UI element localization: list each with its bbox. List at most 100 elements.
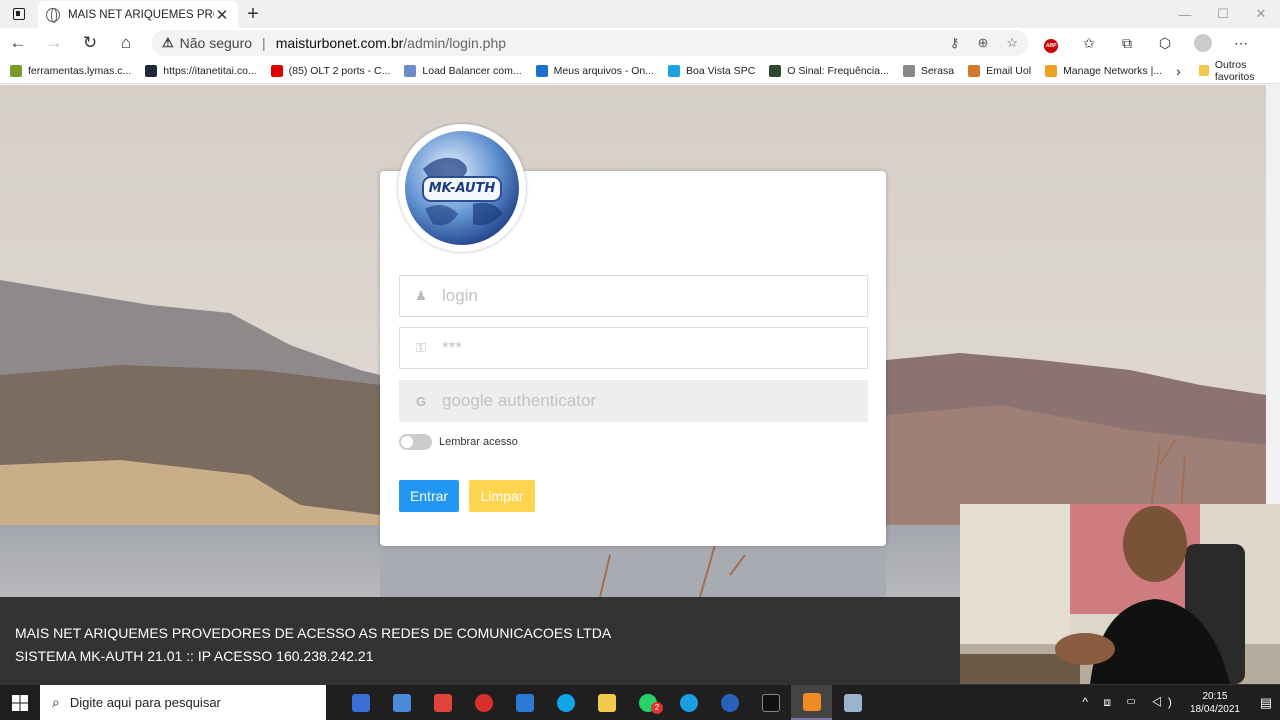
anydesk-icon (433, 693, 452, 712)
url-path: /admin/login.php (403, 35, 507, 51)
google-authenticator-field[interactable]: G (399, 380, 868, 422)
login-field[interactable]: ♟ (399, 275, 868, 317)
taskbar-search[interactable]: ⌕ Digite aqui para pesquisar (40, 685, 326, 720)
taskbar-app-calculator[interactable] (504, 685, 545, 720)
app-icon (843, 693, 862, 712)
remote-app-icon (392, 693, 411, 712)
clear-button[interactable]: Limpar (469, 480, 535, 512)
back-icon[interactable]: ← (0, 28, 36, 58)
close-tab-icon[interactable]: ✕ (214, 6, 230, 24)
add-favorite-icon[interactable]: ☆ (1006, 35, 1018, 51)
search-icon: ⌕ (52, 694, 60, 710)
maximize-icon[interactable]: ☐ (1204, 0, 1242, 28)
tab-strip: MAIS NET ARIQUEMES PROVEDO ✕ + — ☐ ✕ (0, 0, 1280, 28)
bookmark-item[interactable]: (85) OLT 2 ports - C... (270, 64, 390, 77)
address-bar[interactable]: ⚠ Não seguro | maisturbonet.com.br /admi… (152, 30, 1028, 56)
bookmark-label: O Sinal: Frequência... (787, 64, 889, 77)
taskbar-app-terminal[interactable] (750, 685, 791, 720)
bookmark-favicon-icon (270, 64, 283, 77)
taskbar-app-explorer[interactable] (586, 685, 627, 720)
bookmark-item[interactable]: ferramentas.lymas.c... (10, 64, 132, 77)
google-authenticator-input[interactable] (442, 391, 842, 411)
taskbar-app-remote[interactable] (381, 685, 422, 720)
remember-label: Lembrar acesso (439, 436, 518, 448)
zoom-icon[interactable]: ⊕ (977, 35, 988, 51)
window-controls: — ☐ ✕ (1166, 0, 1280, 28)
other-favorites-folder[interactable]: Outros favoritos (1198, 59, 1268, 83)
bookmark-label: Email Uol (986, 64, 1032, 77)
toolbar-icons: ABP ✩ ⧉ ⬡ ⋯ (1032, 34, 1260, 53)
bookmark-item[interactable]: https://itanetitai.co... (145, 64, 257, 77)
key-icon: ⚿ (416, 340, 426, 355)
login-input[interactable] (442, 286, 842, 306)
minimize-icon[interactable]: — (1166, 0, 1204, 28)
adblock-icon[interactable]: ABP (1032, 34, 1070, 53)
submit-button[interactable]: Entrar (399, 480, 459, 512)
bookmark-favicon-icon (1045, 64, 1058, 77)
insecure-label: Não seguro (179, 35, 253, 51)
collections-icon[interactable]: ⧉ (1108, 35, 1146, 52)
clock[interactable]: 20:15 18/04/2021 (1190, 690, 1240, 716)
bookmark-item[interactable]: O Sinal: Frequência... (769, 64, 889, 77)
password-input[interactable] (442, 338, 842, 358)
bookmark-item[interactable]: Meus arquivos - On... (535, 64, 655, 77)
skype-icon (556, 693, 575, 712)
bookmark-item[interactable]: Manage Networks |... (1045, 64, 1162, 77)
home-icon[interactable]: ⌂ (108, 28, 144, 58)
windows-start-button[interactable] (0, 685, 40, 720)
bookmark-favicon-icon (668, 64, 681, 77)
mk-auth-logo: MK-AUTH (398, 124, 526, 252)
bookmark-label: Meus arquivos - On... (553, 64, 655, 77)
taskbar: ⌕ Digite aqui para pesquisar 2 ^ ⧈ ▭ ◁) … (0, 685, 1280, 720)
chevron-right-icon[interactable]: › (1176, 63, 1181, 79)
whatsapp-badge: 2 (651, 702, 663, 714)
bookmark-favicon-icon (404, 64, 417, 77)
bookmark-item[interactable]: Boa Vista SPC (668, 64, 755, 77)
more-icon[interactable]: ⋯ (1222, 35, 1260, 52)
taskbar-app-other[interactable] (832, 685, 873, 720)
taskbar-app-network[interactable] (340, 685, 381, 720)
favorites-icon[interactable]: ✩ (1070, 35, 1108, 52)
taskbar-app-edge-beta[interactable] (709, 685, 750, 720)
taskbar-app-edge[interactable] (668, 685, 709, 720)
password-field[interactable]: ⚿ (399, 327, 868, 369)
bookmark-favicon-icon (902, 64, 915, 77)
taskbar-app-anydesk[interactable] (422, 685, 463, 720)
browser-tab[interactable]: MAIS NET ARIQUEMES PROVEDO ✕ (38, 1, 238, 28)
tab-title: MAIS NET ARIQUEMES PROVEDO (68, 8, 214, 21)
url-host: maisturbonet.com.br (275, 35, 404, 51)
tab-actions-button[interactable] (0, 0, 38, 28)
bookmark-item[interactable]: Serasa (902, 64, 954, 77)
recorder-icon (802, 692, 821, 711)
forward-icon[interactable]: → (36, 28, 72, 58)
bookmark-label: https://itanetitai.co... (163, 64, 257, 77)
address-separator: | (262, 35, 266, 51)
taskbar-app-whatsapp[interactable]: 2 (627, 685, 668, 720)
key-icon[interactable]: ⚷ (950, 35, 960, 51)
notification-icon[interactable]: ▤ (1252, 695, 1280, 711)
taskbar-app-chrome[interactable] (463, 685, 504, 720)
clock-time: 20:15 (1202, 690, 1228, 702)
calculator-icon (515, 693, 534, 712)
bookmark-item[interactable]: Email Uol (968, 64, 1032, 77)
remember-toggle[interactable] (399, 434, 432, 450)
taskbar-app-recorder[interactable] (791, 685, 832, 720)
refresh-icon[interactable]: ↻ (72, 28, 108, 58)
close-window-icon[interactable]: ✕ (1242, 0, 1280, 28)
bookmark-item[interactable]: Load Balancer com... (404, 64, 522, 77)
profile-icon[interactable] (1184, 34, 1222, 53)
terminal-icon (761, 693, 780, 712)
tray-icons[interactable]: ^ ⧈ ▭ ◁) (1082, 695, 1178, 710)
new-tab-button[interactable]: + (238, 0, 268, 28)
extensions-icon[interactable]: ⬡ (1146, 35, 1184, 52)
system-tray: ^ ⧈ ▭ ◁) 20:15 18/04/2021 ▤ (1082, 690, 1280, 716)
bookmark-label: ferramentas.lymas.c... (28, 64, 132, 77)
taskbar-app-skype[interactable] (545, 685, 586, 720)
google-icon: G (415, 393, 427, 409)
clock-date: 18/04/2021 (1189, 703, 1240, 715)
bookmark-favicon-icon (769, 64, 782, 77)
webcam-overlay (960, 504, 1280, 684)
bookmark-favicon-icon (10, 64, 22, 77)
folder-icon (597, 693, 616, 712)
network-app-icon (351, 693, 370, 712)
